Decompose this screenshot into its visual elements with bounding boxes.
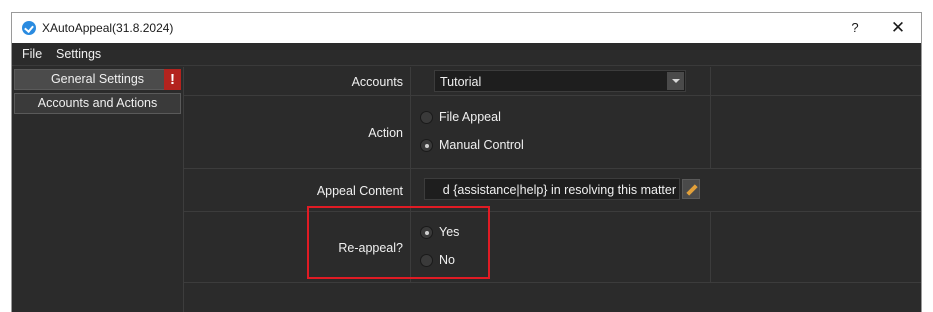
radio-button-selected-icon[interactable]: [420, 139, 433, 152]
sidebar-item-accounts-and-actions[interactable]: Accounts and Actions: [14, 93, 181, 114]
app-check-icon: [22, 21, 36, 35]
edit-button[interactable]: [682, 179, 700, 199]
accounts-dropdown[interactable]: Tutorial: [434, 70, 686, 92]
action-label: Action: [368, 126, 403, 140]
sidebar-item-general-settings[interactable]: General Settings !: [14, 69, 181, 90]
window-title: XAutoAppeal(31.8.2024): [42, 21, 174, 35]
radio-button-selected-icon[interactable]: [420, 226, 433, 239]
sidebar-item-label: Accounts and Actions: [37, 96, 158, 110]
radio-label: File Appeal: [439, 110, 501, 124]
settings-form: Accounts Tutorial Action File Appeal Man…: [184, 67, 921, 312]
reappeal-label: Re-appeal?: [338, 241, 403, 255]
accounts-value: Tutorial: [440, 75, 482, 89]
radio-label: Manual Control: [439, 138, 524, 152]
menu-settings[interactable]: Settings: [56, 47, 101, 61]
chevron-down-icon[interactable]: [667, 72, 684, 90]
radio-label: Yes: [439, 225, 460, 239]
reappeal-row: Re-appeal? Yes No: [184, 212, 921, 283]
app-window: XAutoAppeal(31.8.2024) ? ✕ File Settings…: [11, 12, 922, 312]
appeal-content-row: Appeal Content d {assistance|help} in re…: [184, 169, 921, 212]
close-button[interactable]: ✕: [878, 17, 918, 39]
accounts-row: Accounts Tutorial: [184, 67, 921, 96]
appeal-content-value: d {assistance|help} in resolving this ma…: [442, 183, 676, 197]
title-bar[interactable]: XAutoAppeal(31.8.2024) ? ✕: [12, 13, 921, 43]
warning-badge: !: [164, 69, 181, 90]
pencil-icon: [686, 184, 698, 196]
menu-file[interactable]: File: [22, 47, 42, 61]
appeal-content-input[interactable]: d {assistance|help} in resolving this ma…: [424, 178, 680, 200]
radio-label: No: [439, 253, 455, 267]
help-button[interactable]: ?: [840, 17, 870, 39]
sidebar-item-label: General Settings: [50, 72, 145, 86]
radio-button-icon[interactable]: [420, 111, 433, 124]
radio-button-icon[interactable]: [420, 254, 433, 267]
accounts-label: Accounts: [351, 75, 403, 89]
action-row: Action File Appeal Manual Control: [184, 96, 921, 169]
menu-bar: File Settings: [12, 43, 921, 66]
sidebar: General Settings ! Accounts and Actions: [12, 67, 184, 312]
appeal-content-label: Appeal Content: [316, 184, 403, 198]
